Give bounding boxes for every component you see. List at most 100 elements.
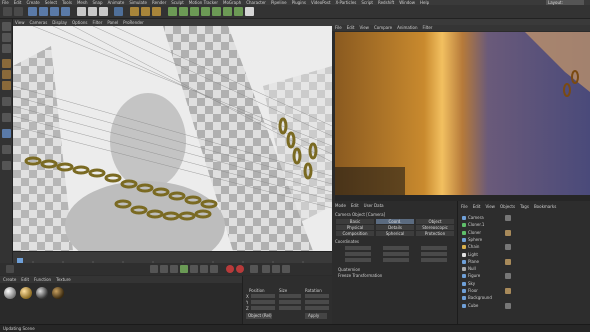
camera-icon[interactable] xyxy=(234,7,243,16)
material-tag-icon[interactable] xyxy=(505,258,511,265)
object-row[interactable]: Chain xyxy=(462,244,506,250)
deformer-icon[interactable] xyxy=(212,7,221,16)
object-row[interactable]: Background xyxy=(462,295,506,301)
rotation-key-icon[interactable] xyxy=(272,265,280,273)
viewport-menu-panel[interactable]: Panel xyxy=(107,19,118,26)
tab-protection[interactable]: Protection xyxy=(416,231,454,236)
go-to-end-icon[interactable] xyxy=(210,265,218,273)
make-editable-icon[interactable] xyxy=(2,22,11,31)
render-menu-view[interactable]: View xyxy=(359,25,369,31)
tweak-mode-icon[interactable] xyxy=(2,113,11,122)
go-to-start-icon[interactable] xyxy=(150,265,158,273)
autokey-icon[interactable] xyxy=(236,265,244,273)
position-y-field[interactable] xyxy=(251,300,275,304)
tab-composition[interactable]: Composition xyxy=(336,231,374,236)
polygons-mode-icon[interactable] xyxy=(2,81,11,90)
cloner-icon[interactable] xyxy=(201,7,210,16)
attr-field[interactable] xyxy=(383,258,409,262)
points-mode-icon[interactable] xyxy=(2,59,11,68)
object-row[interactable]: Sphere xyxy=(462,237,506,243)
size-z-field[interactable] xyxy=(279,306,301,310)
material-tag-icon[interactable] xyxy=(505,288,511,294)
redo-icon[interactable] xyxy=(14,7,23,16)
render-view-icon[interactable] xyxy=(130,7,139,16)
rotation-b-field[interactable] xyxy=(305,306,329,310)
material-tag-icon[interactable] xyxy=(505,244,511,251)
position-z-field[interactable] xyxy=(251,306,275,310)
scale-key-icon[interactable] xyxy=(282,265,290,273)
render-menu-edit[interactable]: Edit xyxy=(347,25,355,31)
rotation-p-field[interactable] xyxy=(305,300,329,304)
live-selection-icon[interactable] xyxy=(28,7,37,16)
render-settings-icon[interactable] xyxy=(152,7,161,16)
material-tag-icon[interactable] xyxy=(505,273,511,280)
object-menu-bookmarks[interactable]: Bookmarks xyxy=(534,204,556,209)
object-row[interactable]: Camera xyxy=(462,215,506,221)
attr-menu-edit[interactable]: Edit xyxy=(351,203,359,208)
attr-field[interactable] xyxy=(421,252,447,256)
timeline-ruler[interactable] xyxy=(13,251,332,266)
material-swatch[interactable] xyxy=(4,287,16,299)
tab-stereoscopic[interactable]: Stereoscopic xyxy=(416,225,454,230)
attr-field[interactable] xyxy=(383,252,409,256)
keyframe-selection-icon[interactable] xyxy=(250,265,258,273)
render-menu-filter[interactable]: Filter xyxy=(423,25,433,31)
cube-icon[interactable] xyxy=(168,7,177,16)
next-key-icon[interactable] xyxy=(200,265,208,273)
floor-icon[interactable] xyxy=(223,7,232,16)
tab-physical[interactable]: Physical xyxy=(336,225,374,230)
world-coords-icon[interactable] xyxy=(114,7,123,16)
quaternion-section[interactable]: Quaternion xyxy=(338,267,360,272)
scale-icon[interactable] xyxy=(50,7,59,16)
attr-menu-user-data[interactable]: User Data xyxy=(364,203,384,208)
object-row[interactable]: Figure xyxy=(462,273,506,279)
workplane-icon[interactable] xyxy=(2,145,11,154)
material-menu-create[interactable]: Create xyxy=(3,276,16,283)
tab-details[interactable]: Details xyxy=(376,225,414,230)
coord-mode-dropdown[interactable]: Object (Rel) xyxy=(246,313,272,319)
previous-frame-icon[interactable] xyxy=(170,265,178,273)
object-menu-tags[interactable]: Tags xyxy=(520,204,529,209)
tab-object[interactable]: Object xyxy=(416,219,454,224)
viewport-menu-filter[interactable]: Filter xyxy=(92,19,102,26)
viewport-menu-display[interactable]: Display xyxy=(52,19,67,26)
attr-menu-mode[interactable]: Mode xyxy=(335,203,346,208)
attr-field[interactable] xyxy=(383,246,409,250)
light-icon[interactable] xyxy=(245,7,254,16)
viewport-menu-view[interactable]: View xyxy=(15,19,25,26)
rotation-h-field[interactable] xyxy=(305,294,329,298)
attr-field[interactable] xyxy=(421,246,447,250)
frame-field-icon[interactable] xyxy=(6,265,14,273)
viewport-menu-cameras[interactable]: Cameras xyxy=(30,19,48,26)
attr-field[interactable] xyxy=(345,258,371,262)
material-tag-icon[interactable] xyxy=(505,215,511,221)
move-icon[interactable] xyxy=(39,7,48,16)
rotate-icon[interactable] xyxy=(61,7,70,16)
object-row[interactable]: Cube xyxy=(462,303,506,309)
play-icon[interactable] xyxy=(180,265,188,273)
object-menu-file[interactable]: File xyxy=(461,204,468,209)
render-menu-file[interactable]: File xyxy=(335,25,342,31)
object-row[interactable]: Cloner xyxy=(462,230,506,236)
attr-field[interactable] xyxy=(345,252,371,256)
object-menu-objects[interactable]: Objects xyxy=(500,204,515,209)
solo-icon[interactable] xyxy=(2,161,11,170)
object-row[interactable]: Light xyxy=(462,252,506,258)
tab-basic[interactable]: Basic xyxy=(336,219,374,224)
attr-field[interactable] xyxy=(345,246,371,250)
viewport-menu-prorender[interactable]: ProRender xyxy=(123,19,144,26)
object-row[interactable]: Cloner.1 xyxy=(462,222,506,228)
edges-mode-icon[interactable] xyxy=(2,70,11,79)
snap-icon[interactable] xyxy=(2,129,11,138)
tab-spherical[interactable]: Spherical xyxy=(376,231,414,236)
previous-key-icon[interactable] xyxy=(160,265,168,273)
position-key-icon[interactable] xyxy=(262,265,270,273)
size-y-field[interactable] xyxy=(279,300,301,304)
render-menu-animation[interactable]: Animation xyxy=(397,25,417,31)
material-menu-edit[interactable]: Edit xyxy=(21,276,29,283)
material-swatch[interactable] xyxy=(20,287,32,299)
texture-mode-icon[interactable] xyxy=(2,44,11,53)
material-swatch[interactable] xyxy=(52,287,64,299)
freeze-transformation-section[interactable]: Freeze Transformation xyxy=(338,273,382,278)
render-menu-compare[interactable]: Compare xyxy=(374,25,392,31)
